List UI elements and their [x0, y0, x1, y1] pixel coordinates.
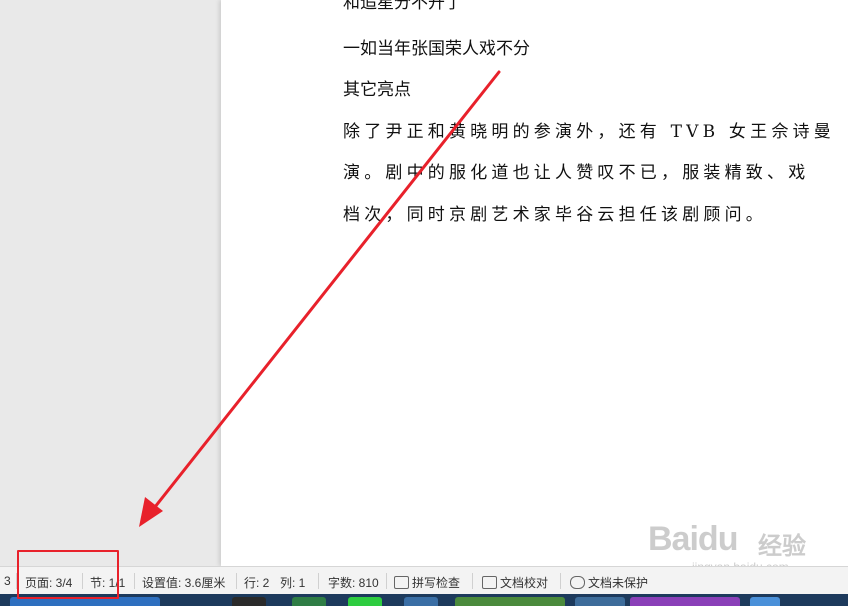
taskbar-app[interactable] — [750, 597, 780, 606]
watermark-logo-text: Baidu — [648, 520, 738, 558]
taskbar-app[interactable] — [292, 597, 326, 606]
baidu-watermark: Baidu 经验 jingyan.baidu.com — [648, 520, 838, 574]
taskbar — [0, 594, 848, 606]
status-divider — [318, 573, 319, 589]
doc-compare-label: 文档校对 — [500, 576, 549, 590]
document-page[interactable]: 和追星分不开了 一如当年张国荣人戏不分 其它亮点 除了尹正和黄晓明的参演外，还有… — [221, 0, 848, 566]
spell-check-button[interactable]: 拼写检查 — [394, 574, 460, 591]
status-row[interactable]: 行: 2 — [244, 574, 269, 591]
status-divider — [386, 573, 387, 589]
taskbar-app[interactable] — [455, 597, 565, 606]
status-word-count[interactable]: 字数: 810 — [328, 574, 379, 591]
shield-icon — [570, 576, 585, 589]
doc-compare-button[interactable]: 文档校对 — [482, 574, 548, 591]
document-line: 一如当年张国荣人戏不分 — [343, 39, 530, 59]
taskbar-app[interactable] — [348, 597, 382, 606]
spell-check-label: 拼写检查 — [412, 576, 461, 590]
document-line: 和追星分不开了 — [343, 0, 462, 13]
status-column[interactable]: 列: 1 — [280, 574, 305, 591]
status-setting-value[interactable]: 设置值: 3.6厘米 — [142, 574, 225, 591]
document-line: 演。剧中的服化道也让人赞叹不已，服装精致、戏 — [343, 163, 810, 183]
status-divider — [472, 573, 473, 589]
status-divider — [236, 573, 237, 589]
spell-check-icon — [394, 576, 409, 589]
taskbar-app[interactable] — [575, 597, 625, 606]
status-bar: 3 页面: 3/4 节: 1/1 设置值: 3.6厘米 行: 2 列: 1 字数… — [0, 566, 848, 595]
doc-compare-icon — [482, 576, 497, 589]
annotation-highlight-box — [17, 550, 119, 599]
document-line: 其它亮点 — [343, 80, 411, 100]
document-line: 档次，同时京剧艺术家毕谷云担任该剧顾问。 — [343, 205, 767, 225]
doc-protect-label: 文档未保护 — [588, 576, 649, 590]
taskbar-app[interactable] — [404, 597, 438, 606]
taskbar-app[interactable] — [630, 597, 740, 606]
status-divider — [560, 573, 561, 589]
status-page-number[interactable]: 3 — [4, 574, 11, 588]
document-line: 除了尹正和黄晓明的参演外，还有 TVB 女王佘诗曼 — [343, 122, 835, 142]
taskbar-app[interactable] — [232, 597, 266, 606]
doc-protect-button[interactable]: 文档未保护 — [570, 574, 648, 591]
status-divider — [134, 573, 135, 589]
watermark-cn-text: 经验 — [758, 533, 806, 560]
